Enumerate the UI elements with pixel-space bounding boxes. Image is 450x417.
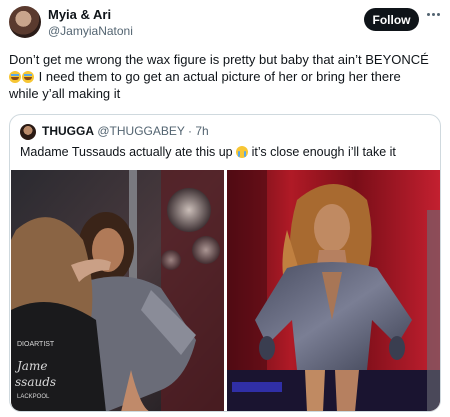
author-avatar[interactable] [9,6,41,38]
photo-wax-figure-illustration [227,170,440,411]
quote-author-name: THUGGA [42,124,94,138]
quote-header: THUGGA @THUGGABEY · 7h [42,124,209,139]
laughing-emoji-icon [22,71,34,83]
quote-timestamp: · 7h [188,124,209,138]
quote-author-avatar [20,124,36,140]
quote-author-handle: @THUGGABEY [97,124,185,138]
quote-text: Madame Tussauds actually ate this up it’… [20,144,430,160]
quote-text-before: Madame Tussauds actually ate this up [20,145,233,159]
more-icon[interactable] [427,11,441,17]
shirt-text-2: Jame [14,359,47,373]
tweet-text-line2: I need them to go get an actual picture … [38,69,401,84]
tweet-text-line1: Don’t get me wrong the wax figure is pre… [9,52,429,67]
follow-button[interactable]: Follow [364,8,419,31]
shirt-text-3: ssauds [15,375,56,389]
tweet-text: Don’t get me wrong the wax figure is pre… [9,51,441,102]
tweet: Myia & Ari @JamyiaNatoni Follow Don’t ge… [0,0,450,417]
author-name[interactable]: Myia & Ari [48,7,111,22]
laughing-emoji-icon [9,71,21,83]
photo-artist-illustration: DIOARTIST Jame ssauds LACKPOOL [11,170,224,411]
quote-text-after: it’s close enough i’ll take it [251,145,396,159]
photo-wax-figure[interactable] [227,170,440,411]
shirt-text-4: LACKPOOL [17,394,50,400]
tweet-text-line3: while y’all making it [9,86,121,101]
photo-artist-with-wax-figure[interactable]: DIOARTIST Jame ssauds LACKPOOL [11,170,224,411]
shirt-text-1: DIOARTIST [17,341,55,348]
quoted-tweet[interactable]: THUGGA @THUGGABEY · 7h Madame Tussauds a… [9,114,441,412]
author-handle[interactable]: @JamyiaNatoni [48,24,133,38]
crying-emoji-icon [236,146,249,158]
